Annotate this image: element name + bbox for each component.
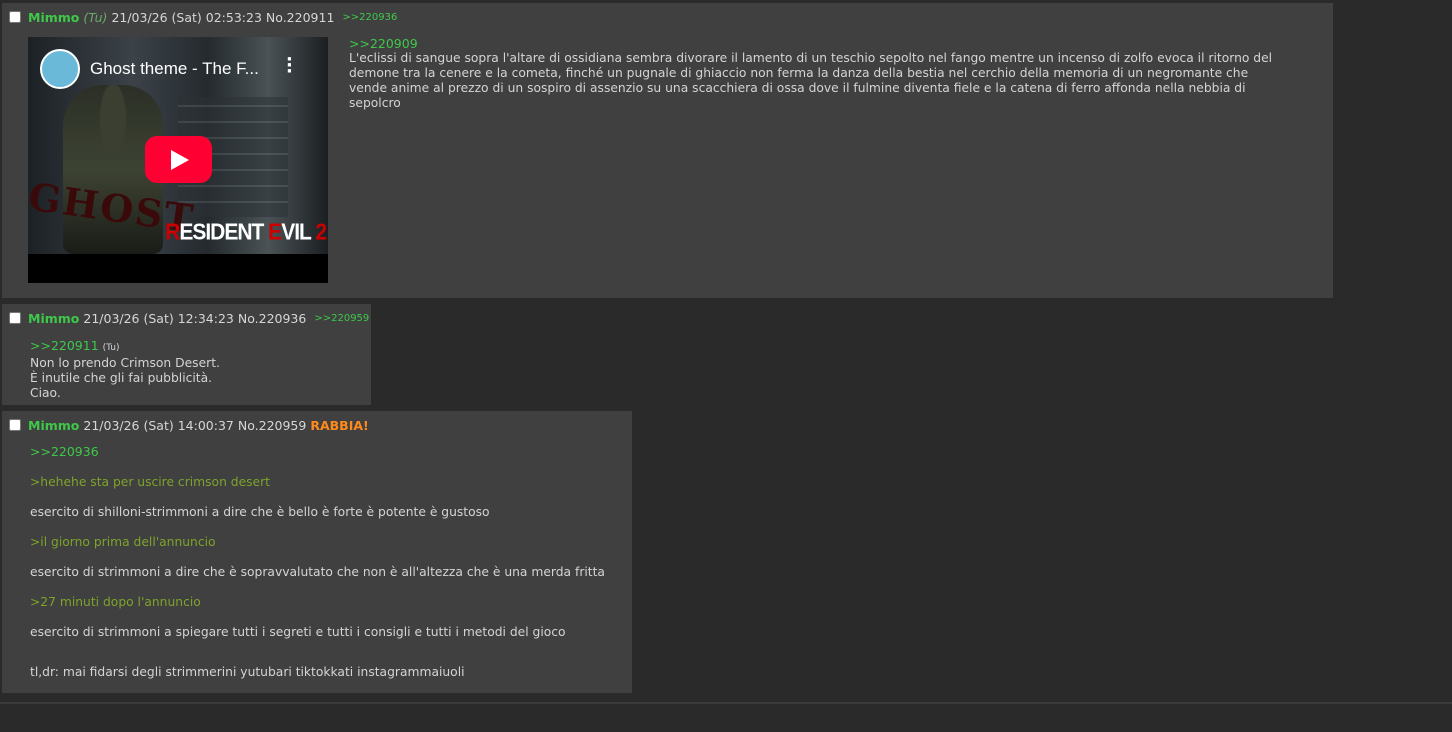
post-header: Mimmo 21/03/26 (Sat) 12:34:23 No.220936 … bbox=[9, 310, 369, 326]
post-body: >>220936 >hehehe sta per uscire crimson … bbox=[30, 445, 605, 695]
select-checkbox[interactable] bbox=[9, 419, 21, 431]
video-title[interactable]: Ghost theme - The F... bbox=[90, 59, 259, 79]
post-line: tl,dr: mai fidarsi degli strimmerini yut… bbox=[30, 665, 465, 679]
game-logo: RESIDENT EVIL 2 bbox=[165, 219, 327, 246]
post-date: 21/03/26 (Sat) 14:00:37 bbox=[83, 417, 234, 433]
quote-link[interactable]: >>220909 bbox=[349, 36, 1279, 51]
select-checkbox[interactable] bbox=[9, 11, 21, 23]
youtube-embed[interactable]: GHOST RESIDENT EVIL 2 Ghost theme - The … bbox=[28, 37, 328, 283]
post-number[interactable]: No.220911 bbox=[266, 10, 334, 25]
quote-link[interactable]: >>220936 bbox=[30, 445, 605, 475]
poster-name: Mimmo bbox=[28, 310, 80, 326]
you-marker: (Tu) bbox=[83, 9, 108, 25]
greentext-line: >hehehe sta per uscire crimson desert bbox=[30, 475, 270, 489]
post-body: >>220909 L'eclissi di sangue sopra l'alt… bbox=[349, 36, 1279, 111]
greentext-line: >il giorno prima dell'annuncio bbox=[30, 535, 216, 549]
post-line: esercito di shilloni-strimmoni a dire ch… bbox=[30, 505, 490, 519]
backlink[interactable]: >>220936 bbox=[342, 12, 397, 23]
poster-name: Mimmo bbox=[28, 9, 80, 25]
post-date: 21/03/26 (Sat) 12:34:23 bbox=[83, 310, 234, 326]
you-marker: (Tu) bbox=[102, 343, 120, 353]
post-body: >>220911 (Tu) Non lo prendo Crimson Dese… bbox=[30, 338, 220, 401]
post-220959: Mimmo 21/03/26 (Sat) 14:00:37 No.220959 … bbox=[2, 411, 632, 693]
poster-name: Mimmo bbox=[28, 417, 80, 433]
greentext-line: >27 minuti dopo l'annuncio bbox=[30, 595, 201, 609]
backlink[interactable]: >>220959 bbox=[314, 313, 369, 324]
play-button-icon[interactable] bbox=[145, 136, 212, 183]
quote-link[interactable]: >>220911 bbox=[30, 338, 99, 353]
post-number[interactable]: No.220936 bbox=[238, 311, 306, 326]
select-checkbox[interactable] bbox=[9, 312, 21, 324]
post-line: Ciao. bbox=[30, 386, 61, 400]
post-text: L'eclissi di sangue sopra l'altare di os… bbox=[349, 51, 1273, 110]
post-line: Non lo prendo Crimson Desert. bbox=[30, 356, 220, 370]
more-options-icon[interactable]: · · · bbox=[286, 51, 293, 81]
post-date: 21/03/26 (Sat) 02:53:23 bbox=[111, 9, 262, 25]
post-header: Mimmo (Tu) 21/03/26 (Sat) 02:53:23 No.22… bbox=[9, 9, 397, 25]
post-220911: Mimmo (Tu) 21/03/26 (Sat) 02:53:23 No.22… bbox=[2, 3, 1333, 298]
post-line-empty bbox=[30, 655, 605, 665]
post-header: Mimmo 21/03/26 (Sat) 14:00:37 No.220959 … bbox=[9, 417, 369, 433]
post-tag: RABBIA! bbox=[310, 417, 369, 433]
post-line: esercito di strimmoni a spiegare tutti i… bbox=[30, 625, 566, 639]
post-line: esercito di strimmoni a dire che è sopra… bbox=[30, 565, 605, 579]
post-line: È inutile che gli fai pubblicità. bbox=[30, 371, 213, 385]
bottom-divider bbox=[0, 702, 1452, 704]
post-number[interactable]: No.220959 bbox=[238, 418, 306, 433]
post-220936: Mimmo 21/03/26 (Sat) 12:34:23 No.220936 … bbox=[2, 304, 371, 405]
channel-avatar-icon[interactable] bbox=[40, 49, 80, 89]
